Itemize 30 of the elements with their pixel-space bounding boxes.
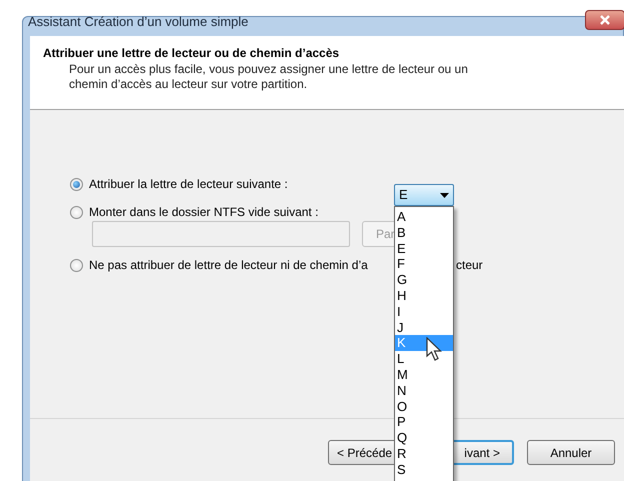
pointer-icon bbox=[426, 337, 443, 362]
dropdown-value: E bbox=[399, 186, 408, 204]
option-label[interactable]: Ne pas attribuer de lettre de lecteur ni de chemin d’a bbox=[89, 256, 395, 274]
dropdown-option[interactable]: P bbox=[395, 414, 453, 430]
dropdown-option[interactable]: O bbox=[395, 398, 453, 414]
dropdown-option[interactable]: A bbox=[395, 209, 453, 225]
window-title: Assistant Création d’un volume simple bbox=[28, 13, 248, 32]
dropdown-option[interactable]: M bbox=[395, 366, 453, 383]
dropdown-option[interactable]: I bbox=[395, 304, 453, 320]
option-label[interactable]: Attribuer la lettre de lecteur suivante : bbox=[89, 175, 288, 193]
wizard-button[interactable]: Annuler bbox=[527, 440, 615, 465]
radio-button[interactable] bbox=[70, 258, 83, 272]
dropdown-option[interactable]: F bbox=[395, 256, 453, 272]
dropdown-option[interactable]: B bbox=[395, 224, 453, 241]
option-label[interactable]: Monter dans le dossier NTFS vide suivant : bbox=[89, 203, 318, 221]
caret-icon bbox=[440, 192, 449, 198]
radio-button[interactable] bbox=[70, 178, 83, 190]
drive-letter-dropdown[interactable]: E bbox=[394, 184, 454, 206]
dropdown-option[interactable]: N bbox=[395, 382, 453, 399]
option-label[interactable]: cteur bbox=[456, 256, 483, 274]
close-button[interactable] bbox=[585, 10, 624, 30]
dropdown-option[interactable]: G bbox=[395, 272, 453, 288]
page-heading: Attribuer une lettre de lecteur ou de chemin d’accès bbox=[43, 45, 340, 62]
close-icon bbox=[599, 15, 611, 25]
dropdown-option[interactable]: E bbox=[395, 240, 453, 256]
dropdown-option[interactable]: J bbox=[395, 320, 453, 336]
dropdown-option[interactable]: H bbox=[395, 288, 453, 304]
page-description: Pour un accès plus facile, vous pouvez assigner une lettre de lecteur ou un chemin d’accès au lecteur sur votre partition. bbox=[69, 62, 469, 92]
dropdown-option[interactable]: L bbox=[395, 351, 453, 367]
radio-button[interactable] bbox=[70, 206, 83, 218]
